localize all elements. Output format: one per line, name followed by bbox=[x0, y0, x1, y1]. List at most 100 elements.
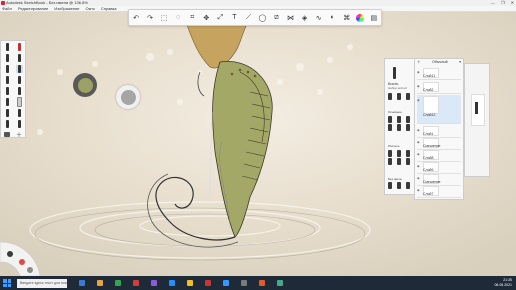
taskbar-app-icon[interactable] bbox=[115, 280, 121, 286]
brush-item[interactable] bbox=[388, 116, 392, 123]
brush-item[interactable] bbox=[406, 150, 410, 157]
brush-swatch-icon[interactable] bbox=[4, 131, 11, 139]
brush-item[interactable] bbox=[388, 124, 392, 131]
brush-item[interactable] bbox=[397, 116, 401, 123]
brush-item[interactable] bbox=[406, 182, 410, 189]
select-icon[interactable]: ⬚ bbox=[160, 13, 169, 22]
eye-icon[interactable]: ◉ bbox=[417, 164, 420, 168]
eye-icon[interactable]: ◉ bbox=[417, 140, 420, 144]
eye-icon[interactable]: ◉ bbox=[417, 188, 420, 192]
eye-icon[interactable]: ◉ bbox=[417, 128, 420, 132]
brush-marker-icon[interactable] bbox=[4, 53, 11, 62]
taskbar-app-icon[interactable] bbox=[133, 280, 139, 286]
brush-soft-icon[interactable] bbox=[4, 75, 11, 84]
lasso-icon[interactable]: ◌ bbox=[174, 13, 183, 22]
system-tray-clock[interactable]: 21:35 06.05.2021 bbox=[494, 278, 512, 287]
brush-paint-icon[interactable] bbox=[15, 64, 23, 73]
taskbar-app-icon[interactable] bbox=[205, 280, 211, 286]
brush-blur-icon[interactable] bbox=[4, 97, 11, 106]
brush-pencil-icon[interactable] bbox=[4, 42, 11, 51]
layer-row[interactable]: ◉ Слой2 bbox=[417, 81, 461, 94]
brush-item[interactable] bbox=[388, 150, 392, 157]
brush-fill-icon[interactable] bbox=[4, 108, 11, 117]
brush-item[interactable] bbox=[388, 182, 392, 189]
brush-ink-icon[interactable] bbox=[16, 53, 23, 62]
brush-item[interactable] bbox=[397, 158, 401, 165]
taskbar-app-icon[interactable] bbox=[259, 280, 265, 286]
eye-icon[interactable]: ◉ bbox=[417, 70, 420, 74]
brush-item[interactable] bbox=[397, 182, 401, 189]
perspective-icon[interactable]: ⧄ bbox=[272, 13, 281, 22]
taskbar-app-icon[interactable] bbox=[277, 280, 283, 286]
eye-icon[interactable]: ◉ bbox=[417, 176, 420, 180]
menu-help[interactable]: Справка bbox=[101, 6, 117, 11]
taskbar-search-input[interactable]: Введите здесь текст для поиска bbox=[17, 278, 67, 288]
brush-eraser-icon[interactable] bbox=[16, 96, 23, 107]
brush-item[interactable] bbox=[406, 93, 410, 100]
windows-taskbar: Введите здесь текст для поиска 21:35 06.… bbox=[0, 276, 516, 290]
ellipse-icon[interactable]: ◯ bbox=[258, 13, 267, 22]
taskbar-app-icon[interactable] bbox=[223, 280, 229, 286]
taskbar-app-icon[interactable] bbox=[97, 280, 103, 286]
brush-section-basic: Основное bbox=[388, 110, 402, 114]
brush-smudge-icon[interactable] bbox=[16, 86, 23, 95]
layer-name: Слой8 bbox=[423, 156, 434, 160]
eye-icon[interactable]: ◉ bbox=[417, 84, 420, 88]
steady-stroke-icon[interactable]: ∿ bbox=[314, 13, 323, 22]
menu-edit[interactable]: Редактирование bbox=[18, 6, 48, 11]
symmetry-icon[interactable]: ⋈ bbox=[286, 13, 295, 22]
transform-icon[interactable]: ✥ bbox=[202, 13, 211, 22]
layer-row[interactable]: ◉ Слой11 bbox=[417, 67, 461, 80]
crop-icon[interactable]: ⌗ bbox=[188, 13, 197, 22]
layer-row-selected[interactable]: ◉ Слой12 bbox=[417, 95, 461, 124]
brush-item[interactable] bbox=[406, 124, 410, 131]
chevron-down-icon[interactable]: ▾ bbox=[459, 60, 461, 64]
undo-icon[interactable]: ↶ bbox=[132, 13, 141, 22]
transform-alt-icon[interactable]: ⤢ bbox=[216, 13, 225, 22]
text-icon[interactable]: T bbox=[230, 13, 239, 22]
taskbar-app-icon[interactable] bbox=[169, 280, 175, 286]
brush-item[interactable] bbox=[406, 158, 410, 165]
brush-item[interactable] bbox=[388, 158, 392, 165]
redo-icon[interactable]: ↷ bbox=[146, 13, 155, 22]
layer-row[interactable]: ◉ Слой7 bbox=[417, 185, 461, 198]
brush-size-puck[interactable] bbox=[116, 85, 140, 109]
brush-hard-icon[interactable] bbox=[16, 75, 23, 84]
brush-item[interactable] bbox=[397, 93, 401, 100]
brush-item[interactable] bbox=[406, 116, 410, 123]
menu-window[interactable]: Окно bbox=[86, 6, 95, 11]
menu-image[interactable]: Изображение bbox=[54, 6, 79, 11]
color-wheel-icon[interactable] bbox=[356, 13, 365, 22]
taskbar-app-icon[interactable] bbox=[241, 280, 247, 286]
windows-start-icon[interactable] bbox=[3, 279, 11, 287]
brush-stamp-icon[interactable] bbox=[16, 119, 23, 128]
ruler-icon[interactable]: ⟋ bbox=[244, 13, 253, 22]
layers-icon[interactable]: ▤ bbox=[369, 13, 378, 22]
taskbar-app-icon[interactable] bbox=[79, 280, 85, 286]
layer-name: Слой2 bbox=[423, 88, 434, 92]
add-brush-icon[interactable]: ＋ bbox=[16, 131, 23, 139]
clock-date: 06.05.2021 bbox=[494, 282, 512, 287]
copic-icon[interactable]: ◐ bbox=[328, 13, 337, 22]
eye-icon[interactable]: ◉ bbox=[417, 152, 420, 156]
reference-brush-icon bbox=[475, 102, 478, 114]
reference-preview bbox=[471, 94, 485, 126]
brush-texture-icon[interactable] bbox=[16, 108, 23, 117]
taskbar-app-icon[interactable] bbox=[151, 280, 157, 286]
taskbar-app-icon[interactable] bbox=[187, 280, 193, 286]
add-layer-icon[interactable]: ＋ bbox=[417, 60, 421, 65]
brush-airbrush-icon[interactable] bbox=[4, 64, 11, 73]
color-puck[interactable] bbox=[73, 73, 97, 97]
brush-grid-recent bbox=[388, 93, 414, 100]
brush-item[interactable] bbox=[397, 150, 401, 157]
eye-icon[interactable]: ◉ bbox=[417, 98, 420, 102]
brush-smear-icon[interactable] bbox=[4, 119, 11, 128]
menu-file[interactable]: Файл bbox=[2, 6, 12, 11]
brush-item[interactable] bbox=[388, 93, 392, 100]
blend-mode-select[interactable]: Обычный bbox=[432, 60, 447, 64]
brush-pen-icon[interactable] bbox=[16, 42, 23, 51]
brush-library-icon[interactable]: ⌘ bbox=[342, 13, 351, 22]
brush-chalk-icon[interactable] bbox=[4, 86, 11, 95]
brush-item[interactable] bbox=[397, 124, 401, 131]
fill-icon[interactable]: ◈ bbox=[300, 13, 309, 22]
